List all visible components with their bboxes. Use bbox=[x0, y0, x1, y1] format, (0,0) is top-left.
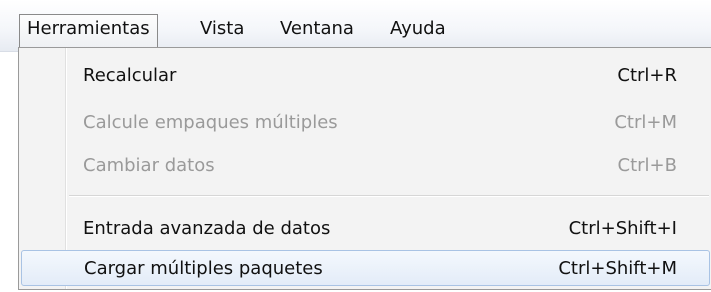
menu-item-label: Cargar múltiples paquetes bbox=[84, 258, 323, 279]
herramientas-dropdown: Recalcular Ctrl+R Calcule empaques múlti… bbox=[18, 47, 711, 290]
menu-item-label: Recalcular bbox=[83, 65, 177, 86]
menu-ventana[interactable]: Ventana bbox=[280, 15, 354, 45]
menu-item-shortcut: Ctrl+Shift+I bbox=[568, 218, 677, 239]
menu-ayuda[interactable]: Ayuda bbox=[390, 15, 446, 45]
menu-bar: Herramientas Vista Ventana Ayuda bbox=[0, 0, 711, 52]
menu-item-label: Cambiar datos bbox=[83, 155, 215, 176]
menu-herramientas[interactable]: Herramientas bbox=[19, 14, 158, 48]
menu-item-cambiar-datos: Cambiar datos Ctrl+B bbox=[19, 148, 711, 184]
menu-item-shortcut: Ctrl+R bbox=[617, 65, 677, 86]
menu-item-cargar-multiples[interactable]: Cargar múltiples paquetes Ctrl+Shift+M bbox=[21, 250, 710, 286]
menu-item-shortcut: Ctrl+M bbox=[614, 112, 677, 133]
menu-item-label: Calcule empaques múltiples bbox=[83, 112, 338, 133]
menu-item-recalcular[interactable]: Recalcular Ctrl+R bbox=[19, 58, 711, 94]
menu-vista[interactable]: Vista bbox=[200, 15, 244, 45]
menu-item-entrada-avanzada[interactable]: Entrada avanzada de datos Ctrl+Shift+I bbox=[19, 211, 711, 247]
menu-item-calcule-empaques: Calcule empaques múltiples Ctrl+M bbox=[19, 105, 711, 141]
menu-separator bbox=[69, 195, 709, 197]
menu-item-shortcut: Ctrl+Shift+M bbox=[558, 258, 677, 279]
menu-item-shortcut: Ctrl+B bbox=[617, 155, 677, 176]
menu-item-label: Entrada avanzada de datos bbox=[83, 218, 331, 239]
